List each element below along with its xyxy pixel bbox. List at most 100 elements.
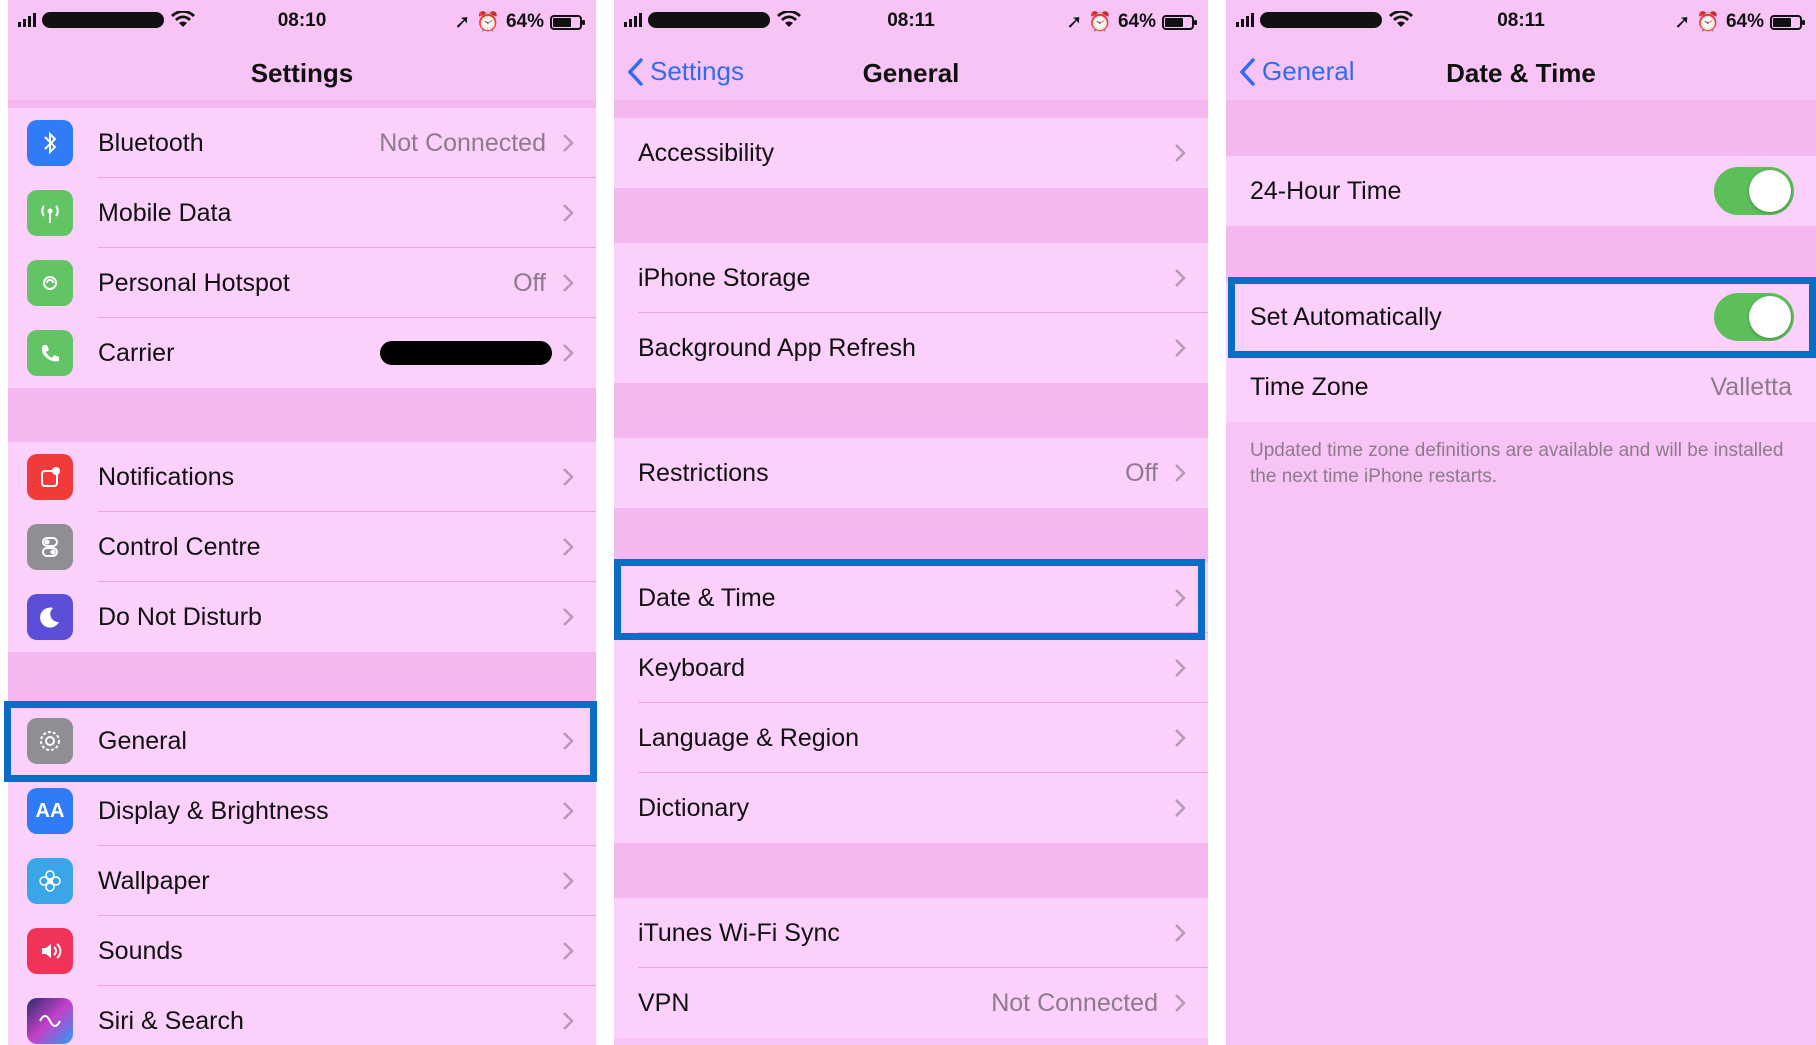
settings-row-do-not-disturb[interactable]: Do Not Disturb: [8, 582, 596, 652]
chevron-right-icon: [1175, 269, 1186, 287]
battery-icon: [550, 14, 585, 30]
general-row-keyboard[interactable]: Keyboard: [614, 633, 1208, 703]
row-label: Control Centre: [98, 532, 261, 561]
flower-icon: [27, 858, 73, 904]
row-label: Time Zone: [1250, 372, 1369, 401]
date-time-group: Date & Time Keyboard Language & Region D…: [614, 563, 1208, 843]
settings-row-personal-hotspot[interactable]: Personal Hotspot Off: [8, 248, 596, 318]
row-label: Bluetooth: [98, 128, 204, 157]
general-row-itunes-wifi-sync[interactable]: iTunes Wi-Fi Sync: [614, 898, 1208, 968]
row-label: Keyboard: [638, 653, 746, 682]
row-label: Dictionary: [638, 793, 750, 822]
general-row-background-app-refresh[interactable]: Background App Refresh: [614, 313, 1208, 383]
settings-row-bluetooth[interactable]: Bluetooth Not Connected: [8, 108, 596, 178]
row-label: Siri & Search: [98, 1006, 244, 1035]
24-hour-time-toggle[interactable]: [1714, 167, 1794, 215]
accessibility-group: Accessibility: [614, 118, 1208, 188]
chevron-right-icon: [563, 732, 574, 750]
row-label: Wallpaper: [98, 866, 210, 895]
chevron-right-icon: [563, 1012, 574, 1030]
location-icon: ➚: [1066, 11, 1083, 33]
phone-icon: [27, 330, 73, 376]
chevron-right-icon: [563, 134, 574, 152]
settings-row-siri-search[interactable]: Siri & Search: [8, 986, 596, 1045]
page-title: Settings: [250, 58, 354, 88]
row-label: Personal Hotspot: [98, 268, 290, 297]
battery-icon: [1770, 14, 1805, 30]
settings-row-control-centre[interactable]: Control Centre: [8, 512, 596, 582]
restrictions-group: Restrictions Off: [614, 438, 1208, 508]
speaker-icon: [27, 928, 73, 974]
battery-icon: [1162, 14, 1197, 30]
row-label: Sounds: [98, 936, 183, 965]
row-label: 24-Hour Time: [1250, 176, 1402, 205]
redacted-carrier-value: [380, 341, 552, 365]
chevron-right-icon: [1175, 799, 1186, 817]
settings-row-display-brightness[interactable]: AA Display & Brightness: [8, 776, 596, 846]
row-label: Restrictions: [638, 458, 769, 487]
switches-icon: [27, 524, 73, 570]
battery-percent: 64%: [1725, 11, 1764, 32]
row-label: Mobile Data: [98, 198, 232, 227]
general-row-date-time[interactable]: Date & Time: [614, 563, 1208, 633]
row-label: General: [98, 726, 187, 755]
alarm-icon: ⏰: [1088, 12, 1112, 33]
date-time-screen: 08:11 ➚ ⏰ 64% General Date & Time 24-Hou…: [1226, 0, 1816, 1045]
notifications-group: Notifications Control Centre Do Not Dist…: [8, 442, 596, 652]
chevron-right-icon: [563, 204, 574, 222]
location-icon: ➚: [454, 11, 471, 33]
chevron-right-icon: [1175, 659, 1186, 677]
general-row-dictionary[interactable]: Dictionary: [614, 773, 1208, 843]
settings-row-notifications[interactable]: Notifications: [8, 442, 596, 512]
general-row-vpn[interactable]: VPN Not Connected: [614, 968, 1208, 1038]
row-value: Not Connected: [379, 128, 546, 157]
battery-percent: 64%: [505, 11, 544, 32]
hour-format-group: 24-Hour Time: [1226, 156, 1816, 226]
chevron-right-icon: [563, 802, 574, 820]
row-value: Not Connected: [991, 988, 1158, 1017]
general-row-restrictions[interactable]: Restrictions Off: [614, 438, 1208, 508]
row-set-automatically: Set Automatically: [1226, 282, 1816, 352]
alarm-icon: ⏰: [476, 12, 500, 33]
chevron-right-icon: [563, 538, 574, 556]
hotspot-icon: [27, 260, 73, 306]
status-bar: 08:10 ➚ ⏰ 64%: [8, 0, 596, 44]
moon-icon: [27, 594, 73, 640]
row-value: Valletta: [1710, 372, 1792, 401]
row-label: Background App Refresh: [638, 333, 916, 362]
settings-row-carrier[interactable]: Carrier: [8, 318, 596, 388]
general-row-iphone-storage[interactable]: iPhone Storage: [614, 243, 1208, 313]
location-icon: ➚: [1674, 11, 1691, 33]
siri-icon: [27, 998, 73, 1044]
navigation-bar: Settings: [8, 44, 596, 100]
chevron-right-icon: [1175, 729, 1186, 747]
antenna-icon: [27, 190, 73, 236]
row-label: Language & Region: [638, 723, 860, 752]
row-time-zone[interactable]: Time Zone Valletta: [1226, 352, 1816, 422]
row-label: VPN: [638, 988, 690, 1017]
page-title: General: [862, 58, 960, 88]
gear-icon: [27, 718, 73, 764]
set-automatically-toggle[interactable]: [1714, 293, 1794, 341]
chevron-right-icon: [563, 942, 574, 960]
navigation-bar: Settings General: [614, 44, 1208, 100]
time-settings-group: Set Automatically Time Zone Valletta: [1226, 282, 1816, 422]
battery-percent: 64%: [1117, 11, 1156, 32]
chevron-right-icon: [563, 468, 574, 486]
settings-row-mobile-data[interactable]: Mobile Data: [8, 178, 596, 248]
settings-row-wallpaper[interactable]: Wallpaper: [8, 846, 596, 916]
navigation-bar: General Date & Time: [1226, 44, 1816, 100]
row-label: Accessibility: [638, 138, 775, 167]
row-label: iPhone Storage: [638, 263, 811, 292]
settings-row-general[interactable]: General: [8, 706, 596, 776]
general-group: General AA Display & Brightness Wallpape…: [8, 706, 596, 1045]
general-row-accessibility[interactable]: Accessibility: [614, 118, 1208, 188]
chevron-right-icon: [1175, 464, 1186, 482]
general-row-language-region[interactable]: Language & Region: [614, 703, 1208, 773]
chevron-right-icon: [1175, 994, 1186, 1012]
row-value: Off: [1125, 458, 1158, 487]
settings-row-sounds[interactable]: Sounds: [8, 916, 596, 986]
chevron-right-icon: [1175, 924, 1186, 942]
row-value: Off: [513, 268, 546, 297]
row-label: Notifications: [98, 462, 235, 491]
